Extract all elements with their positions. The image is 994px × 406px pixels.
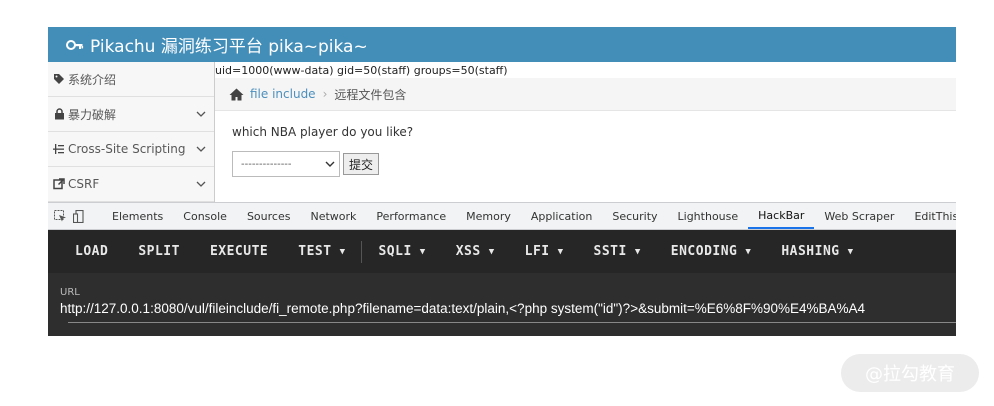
breadcrumb-current: 远程文件包含 [334, 87, 407, 102]
url-label: URL [60, 287, 80, 298]
device-toolbar-icon[interactable] [73, 209, 86, 223]
home-icon[interactable] [229, 88, 244, 101]
ssti-menu-button[interactable]: SSTI ▼ [594, 244, 641, 259]
devtools-tab-editthiscookie[interactable]: EditThisCookie [904, 203, 956, 229]
caret-down-icon: ▼ [847, 246, 854, 257]
caret-down-icon: ▼ [557, 246, 564, 257]
devtools-tab-network[interactable]: Network [300, 203, 366, 229]
load-button[interactable]: LOAD [75, 244, 108, 259]
sidebar-item-label: CSRF [68, 177, 100, 191]
devtools-tab-memory[interactable]: Memory [456, 203, 521, 229]
caret-down-icon: ▼ [339, 246, 346, 257]
sidebar: 系统介绍 暴力破解 Cross-Site Scripting CSRF [48, 62, 215, 202]
hackbar-panel: LOAD SPLIT EXECUTE TEST ▼ SQLI ▼ XSS ▼ LFI ▼… [48, 230, 956, 336]
breadcrumb-link-file-include[interactable]: file include [250, 87, 316, 101]
key-icon [66, 37, 84, 53]
question-label: which NBA player do you like? [232, 125, 414, 139]
sqli-menu-button[interactable]: SQLI ▼ [378, 244, 425, 259]
lock-icon [52, 108, 66, 120]
caret-down-icon: ▼ [419, 246, 426, 257]
devtools-tab-security[interactable]: Security [602, 203, 667, 229]
inspect-element-icon[interactable] [54, 209, 67, 223]
sidebar-item-csrf[interactable]: CSRF [48, 167, 214, 202]
devtools-tab-performance[interactable]: Performance [366, 203, 456, 229]
encoding-menu-button[interactable]: ENCODING ▼ [671, 244, 752, 259]
tag-icon [52, 73, 66, 85]
page-content: 系统介绍 暴力破解 Cross-Site Scripting CSRF uid=… [48, 62, 956, 202]
external-link-icon [52, 178, 66, 190]
chevron-down-icon [196, 146, 206, 152]
sidebar-item-label: 系统介绍 [68, 72, 117, 87]
split-button[interactable]: SPLIT [138, 244, 180, 259]
devtools-tab-elements[interactable]: Elements [102, 203, 173, 229]
chevron-down-icon [196, 111, 206, 117]
watermark: @拉勾教育 [841, 354, 979, 392]
devtools-tab-hackbar[interactable]: HackBar [748, 203, 815, 229]
toolbar-divider [361, 240, 363, 263]
test-menu-button[interactable]: TEST ▼ [298, 244, 345, 259]
url-input[interactable]: http://127.0.0.1:8080/vul/fileinclude/fi… [60, 301, 956, 316]
lfi-menu-button[interactable]: LFI ▼ [525, 244, 564, 259]
chevron-down-icon [325, 159, 335, 170]
breadcrumb: file include › 远程文件包含 [215, 78, 956, 111]
hackbar-toolbar: LOAD SPLIT EXECUTE TEST ▼ SQLI ▼ XSS ▼ LFI ▼… [48, 230, 956, 273]
caret-down-icon: ▼ [745, 246, 752, 257]
list-tree-icon [52, 143, 66, 155]
sidebar-item-intro[interactable]: 系统介绍 [48, 62, 214, 97]
sidebar-item-brute-force[interactable]: 暴力破解 [48, 97, 214, 132]
devtools-tab-application[interactable]: Application [521, 203, 602, 229]
sidebar-item-label: 暴力破解 [68, 107, 117, 122]
hashing-menu-button[interactable]: HASHING ▼ [781, 244, 853, 259]
command-output: uid=1000(www-data) gid=50(staff) groups=… [215, 64, 508, 77]
devtools-tab-bar: Elements Console Sources Network Perform… [48, 202, 956, 230]
chevron-down-icon [196, 181, 206, 187]
url-input-underline [68, 322, 956, 323]
breadcrumb-separator: › [322, 87, 328, 101]
player-select-value: -------------- [241, 158, 292, 170]
player-form: -------------- 提交 [232, 151, 956, 177]
caret-down-icon: ▼ [488, 246, 495, 257]
xss-menu-button[interactable]: XSS ▼ [456, 244, 495, 259]
sidebar-item-xss[interactable]: Cross-Site Scripting [48, 132, 214, 167]
browser-frame: Pikachu 漏洞练习平台 pika~pika~ 系统介绍 暴力破解 Cros… [48, 27, 956, 336]
player-select[interactable]: -------------- [232, 151, 340, 177]
main-panel: uid=1000(www-data) gid=50(staff) groups=… [215, 62, 956, 202]
execute-button[interactable]: EXECUTE [210, 244, 268, 259]
devtools-tab-lighthouse[interactable]: Lighthouse [668, 203, 749, 229]
devtools-tab-web-scraper[interactable]: Web Scraper [814, 203, 904, 229]
submit-button[interactable]: 提交 [343, 153, 380, 175]
devtools-tab-console[interactable]: Console [173, 203, 237, 229]
sidebar-item-label: Cross-Site Scripting [68, 142, 186, 156]
app-title: Pikachu 漏洞练习平台 pika~pika~ [90, 37, 368, 57]
caret-down-icon: ▼ [634, 246, 641, 257]
devtools-tab-sources[interactable]: Sources [237, 203, 301, 229]
app-header: Pikachu 漏洞练习平台 pika~pika~ [48, 27, 956, 62]
url-field-group: URL http://127.0.0.1:8080/vul/fileinclud… [48, 273, 956, 323]
